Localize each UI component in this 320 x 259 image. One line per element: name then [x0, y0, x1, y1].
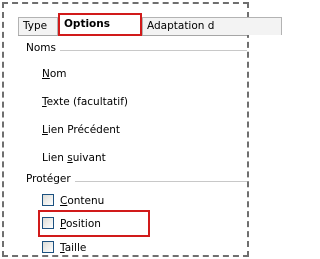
checkbox-taille[interactable]: Taille [42, 241, 86, 257]
group-noms-label: Noms [26, 42, 60, 54]
checkbox-box[interactable] [42, 241, 54, 253]
dialog-frame: Type Adaptation d Options Noms Nom Texte… [2, 2, 282, 257]
option-texte-facultatif[interactable]: Texte (facultatif) [42, 96, 128, 108]
option-lien-precedent[interactable]: Lien Précédent [42, 124, 120, 136]
option-nom[interactable]: Nom [42, 68, 67, 80]
mnemonic: N [42, 68, 50, 80]
tab-strip: Type Adaptation d Options [18, 13, 282, 36]
tab-adaptation[interactable]: Adaptation d [142, 17, 282, 35]
tab-type[interactable]: Type [18, 17, 58, 35]
group-proteger-label: Protéger [26, 173, 75, 185]
tab-options[interactable]: Options [58, 13, 142, 36]
checkbox-position[interactable]: Position [42, 217, 101, 233]
checkbox-box[interactable] [42, 194, 54, 206]
option-lien-suivant[interactable]: Lien suivant [42, 152, 106, 164]
checkbox-box[interactable] [42, 217, 54, 229]
checkbox-contenu[interactable]: Contenu [42, 194, 104, 210]
